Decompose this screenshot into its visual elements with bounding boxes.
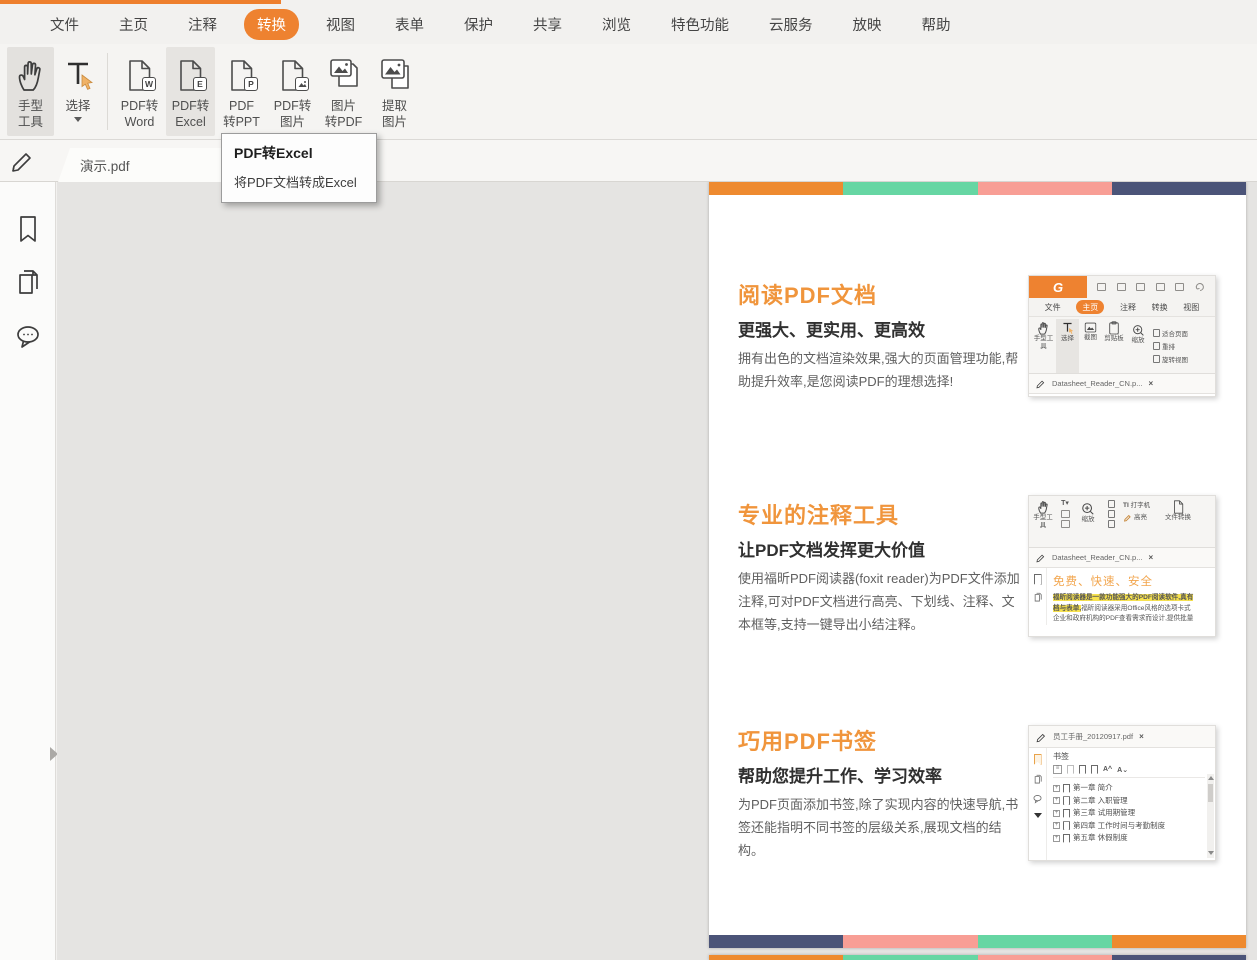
- hand-icon: [16, 55, 46, 95]
- toolbar-separator: [107, 53, 108, 130]
- menu-cloud[interactable]: 云服务: [756, 9, 826, 40]
- section2-title: 专业的注释工具: [738, 503, 900, 528]
- mini2-tabrow: Datasheet_Reader_CN.p... ×: [1029, 548, 1215, 568]
- mini2-doc-title: 免费、快速、安全: [1053, 576, 1153, 588]
- menu-share[interactable]: 共享: [520, 9, 575, 40]
- edit-pencil-icon[interactable]: [8, 146, 36, 174]
- comments-panel-button[interactable]: [14, 323, 42, 351]
- pdf-to-word-button[interactable]: W PDF转 Word: [115, 47, 164, 136]
- section2-subtitle: 让PDF文档发挥更大价值: [738, 541, 925, 560]
- mini1-quick-toolbar: [1087, 276, 1215, 298]
- bookmark-icon: [1033, 574, 1042, 585]
- screenshot-annotation-ui: 手型工具 T▾ 缩放 TI 打字机 高亮 文件转换 Datasheet_Read…: [1028, 495, 1216, 637]
- mini1-menubar: 文件 主页 注释 转换 视图: [1029, 298, 1215, 317]
- pages-panel-button[interactable]: [14, 268, 42, 298]
- pdf-to-image-icon: [279, 59, 309, 92]
- pages-icon: [1034, 774, 1042, 784]
- undo-icon: [1195, 282, 1204, 291]
- screenshot-reader-ui: G 文件 主页 注释 转换 视图 手型工具 选择 截图 剪贴板 缩放 适合页面 …: [1028, 275, 1216, 397]
- mini3-scrollbar: [1207, 774, 1214, 858]
- pdf-to-ppt-icon: P: [228, 59, 258, 92]
- image-to-pdf-button[interactable]: 图片 转PDF: [319, 47, 368, 136]
- select-caret-icon: [74, 117, 82, 122]
- bookmark-icon-active: [1033, 754, 1042, 765]
- menu-help[interactable]: 帮助: [909, 9, 964, 40]
- mini2-toolbar: 手型工具 T▾ 缩放 TI 打字机 高亮 文件转换: [1029, 496, 1215, 548]
- menu-features[interactable]: 特色功能: [658, 9, 742, 40]
- pdf-to-excel-button[interactable]: E PDF转 Excel: [166, 47, 215, 136]
- menu-file[interactable]: 文件: [37, 9, 92, 40]
- pdf-to-word-icon: W: [126, 59, 156, 92]
- menu-browse[interactable]: 浏览: [589, 9, 644, 40]
- mini3-tabrow: 员工手册_20120917.pdf ×: [1029, 726, 1215, 748]
- comments-icon: [1033, 795, 1042, 804]
- printer-icon: [1136, 283, 1146, 291]
- section3-subtitle: 帮助您提升工作、学习效率: [738, 767, 942, 786]
- document-tabbar: 演示.pdf: [0, 140, 1257, 182]
- section1-body: 拥有出色的文档渲染效果,强大的页面管理功能,帮助提升效率,是您阅读PDF的理想选…: [738, 351, 1019, 389]
- hand-tool-button[interactable]: 手型 工具: [7, 47, 54, 136]
- extract-image-button[interactable]: 提取 图片: [370, 47, 419, 136]
- menu-home[interactable]: 主页: [106, 9, 161, 40]
- menubar: 文件 主页 注释 转换 视图 表单 保护 共享 浏览 特色功能 云服务 放映 帮…: [0, 4, 1257, 44]
- mini1-tabrow: Datasheet_Reader_CN.p... ×: [1029, 374, 1215, 394]
- select-tool-label: 选择: [65, 99, 91, 113]
- screenshot-bookmarks-ui: 员工手册_20120917.pdf × 书签 ≡ A^ A⌄ + 第一章 简介 …: [1028, 725, 1216, 861]
- select-icon: [62, 55, 94, 95]
- mini1-logo: G: [1029, 276, 1087, 298]
- collapse-caret-icon: [1033, 813, 1042, 818]
- next-page-top-colorbar: [709, 955, 1246, 960]
- pdf-page: 阅读PDF文档 更强大、更实用、更高效 拥有出色的文档渲染效果,强大的页面管理功…: [709, 182, 1246, 948]
- pages-icon: [1034, 592, 1042, 602]
- pdf-to-excel-tooltip: PDF转Excel 将PDF文档转成Excel: [221, 133, 377, 203]
- edit-pencil-icon: [1036, 380, 1045, 389]
- section1-title: 阅读PDF文档: [738, 283, 878, 308]
- document-area[interactable]: 阅读PDF文档 更强大、更实用、更高效 拥有出色的文档渲染效果,强大的页面管理功…: [57, 182, 1257, 960]
- section3-title: 巧用PDF书签: [738, 729, 878, 754]
- toolbar: 手型 工具 选择 W PDF转 Word E PDF转 Excel P PDF …: [0, 44, 1257, 140]
- tooltip-title: PDF转Excel: [234, 145, 313, 161]
- section1-subtitle: 更强大、更实用、更高效: [738, 321, 925, 340]
- bookmark-list: + 第一章 简介 + 第二章 入职管理 + 第三章 试用期管理 + 第四章 工作时间与考…: [1053, 783, 1166, 843]
- page-top-colorbar: [709, 182, 1246, 195]
- navigation-sidebar: [0, 182, 58, 960]
- export-icon: [1155, 283, 1165, 291]
- section3-body: 为PDF页面添加书签,除了实现内容的快速导航,书签还能指明不同书签的层级关系,展…: [738, 797, 1019, 858]
- close-icon: ×: [1148, 553, 1154, 562]
- hand-tool-label: 手型 工具: [17, 99, 43, 129]
- mini3-panel-toolbar: ≡ A^ A⌄: [1053, 765, 1205, 778]
- select-tool-button[interactable]: 选择: [56, 47, 100, 136]
- mini1-toolbar: 手型工具 选择 截图 剪贴板 缩放 适合页面 重排 旋转视图: [1029, 317, 1215, 374]
- pdf-to-image-button[interactable]: PDF转 图片: [268, 47, 317, 136]
- document-tab-title: 演示.pdf: [80, 159, 130, 174]
- bookmarks-panel-title: 书签: [1053, 752, 1069, 761]
- close-icon: ×: [1139, 732, 1144, 741]
- mini1-view-options: 适合页面 重排 旋转视图: [1150, 319, 1188, 373]
- pdf-to-ppt-button[interactable]: P PDF 转PPT: [217, 47, 266, 136]
- folder-icon: [1097, 283, 1107, 291]
- save-icon: [1116, 283, 1126, 291]
- page-icon: [1175, 283, 1185, 291]
- menu-protect[interactable]: 保护: [451, 9, 506, 40]
- page-bottom-colorbar: [709, 935, 1246, 948]
- pdf-to-excel-icon: E: [177, 59, 207, 92]
- section2-body: 使用福昕PDF阅读器(foxit reader)为PDF文件添加注释,可对PDF…: [738, 571, 1020, 632]
- edit-pencil-icon: [1036, 733, 1046, 742]
- menu-form[interactable]: 表单: [382, 9, 437, 40]
- edit-pencil-icon: [1036, 554, 1045, 563]
- menu-present[interactable]: 放映: [840, 9, 895, 40]
- menu-convert[interactable]: 转换: [244, 8, 299, 40]
- mini2-document: 免费、快速、安全 福昕阅读器是一款功能强大的PDF阅读软件,真有 档与表单,福昕…: [1029, 568, 1215, 625]
- menu-view[interactable]: 视图: [313, 9, 368, 40]
- close-icon: ×: [1148, 379, 1154, 388]
- tooltip-description: 将PDF文档转成Excel: [234, 175, 357, 190]
- menu-comment[interactable]: 注释: [175, 9, 230, 40]
- bookmarks-panel-button[interactable]: [14, 214, 42, 244]
